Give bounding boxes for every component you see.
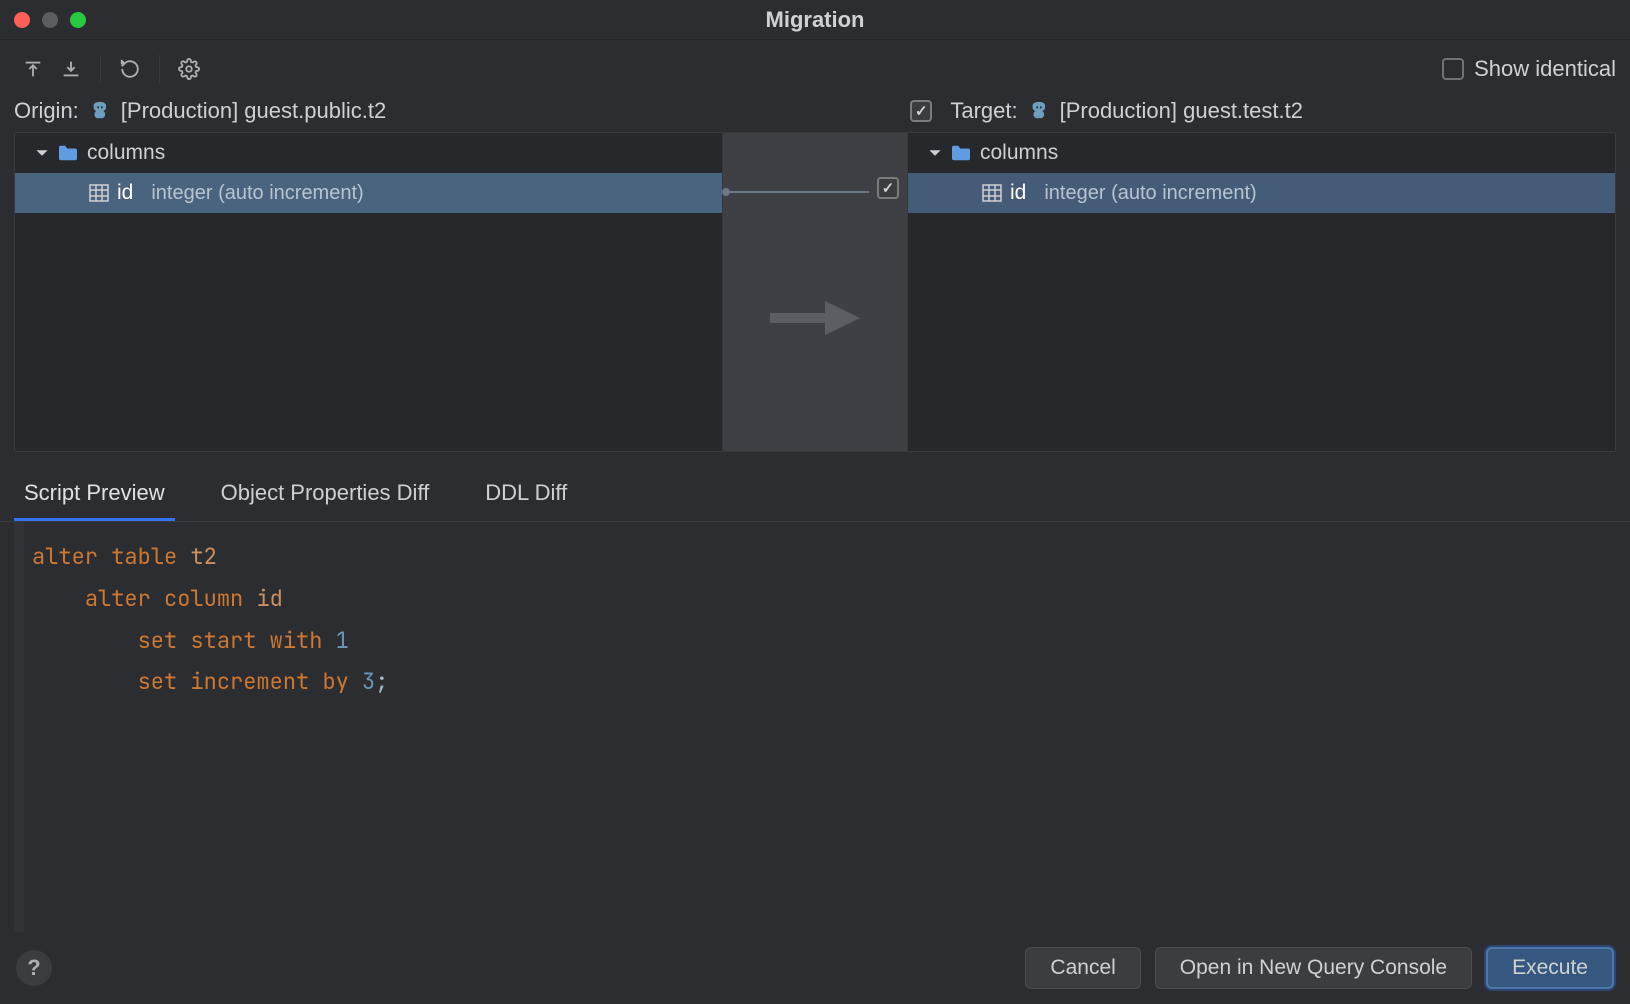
column-name: id [1010, 181, 1026, 205]
target-path: [Production] guest.test.t2 [1060, 98, 1303, 124]
footer: ? Cancel Open in New Query Console Execu… [0, 932, 1630, 1004]
folder-icon [57, 144, 79, 162]
chevron-down-icon [35, 146, 49, 160]
execute-button[interactable]: Execute [1486, 947, 1614, 989]
column-icon [982, 184, 1002, 202]
apply-all-checkbox[interactable] [910, 100, 932, 122]
column-type: integer (auto increment) [1044, 182, 1256, 205]
page-title: Migration [766, 7, 865, 33]
postgres-icon [89, 100, 111, 122]
tree-row[interactable]: columns [15, 133, 722, 173]
diff-area: columns id integer (auto increment) [14, 132, 1616, 452]
show-identical-label: Show identical [1474, 56, 1616, 82]
column-icon [89, 184, 109, 202]
separator [100, 55, 101, 83]
tree-row[interactable]: columns [908, 133, 1615, 173]
target-tree[interactable]: columns id integer (auto increment) [907, 132, 1616, 452]
show-identical-checkbox[interactable] [1442, 58, 1464, 80]
tree-group-label: columns [87, 141, 165, 165]
separator [159, 55, 160, 83]
tree-row[interactable]: id integer (auto increment) [15, 173, 722, 213]
origin-tree[interactable]: columns id integer (auto increment) [14, 132, 723, 452]
chevron-down-icon [928, 146, 942, 160]
postgres-icon [1028, 100, 1050, 122]
open-in-new-query-console-button[interactable]: Open in New Query Console [1155, 947, 1472, 989]
tab-object-properties-diff[interactable]: Object Properties Diff [211, 472, 440, 521]
migration-dialog: Migration [0, 0, 1630, 1004]
target-header: Target: [Production] guest.test.t2 [904, 98, 1616, 124]
connector-line [723, 191, 869, 193]
script-preview-editor[interactable]: alter table t2 alter column id set start… [14, 522, 1616, 932]
tree-row[interactable]: id integer (auto increment) [908, 173, 1615, 213]
origin-path: [Production] guest.public.t2 [121, 98, 386, 124]
column-name: id [117, 181, 133, 205]
window-controls [14, 12, 86, 28]
column-type: integer (auto increment) [151, 182, 363, 205]
target-label: Target: [950, 98, 1017, 124]
tree-group-label: columns [980, 141, 1058, 165]
apply-change-checkbox[interactable] [877, 177, 899, 199]
expand-all-button[interactable] [14, 50, 52, 88]
origin-target-row: Origin: [Production] guest.public.t2 Tar… [0, 98, 1630, 132]
toolbar: Show identical [0, 40, 1630, 98]
collapse-all-button[interactable] [52, 50, 90, 88]
minimize-icon[interactable] [42, 12, 58, 28]
diff-connector [723, 132, 907, 452]
help-button[interactable]: ? [16, 950, 52, 986]
arrow-right-icon [765, 293, 865, 343]
origin-header: Origin: [Production] guest.public.t2 [14, 98, 725, 124]
close-icon[interactable] [14, 12, 30, 28]
settings-button[interactable] [170, 50, 208, 88]
tab-script-preview[interactable]: Script Preview [14, 472, 175, 521]
tab-strip: Script Preview Object Properties Diff DD… [0, 452, 1630, 522]
cancel-button[interactable]: Cancel [1025, 947, 1140, 989]
folder-icon [950, 144, 972, 162]
origin-label: Origin: [14, 98, 79, 124]
tab-ddl-diff[interactable]: DDL Diff [475, 472, 577, 521]
titlebar: Migration [0, 0, 1630, 40]
maximize-icon[interactable] [70, 12, 86, 28]
refresh-button[interactable] [111, 50, 149, 88]
